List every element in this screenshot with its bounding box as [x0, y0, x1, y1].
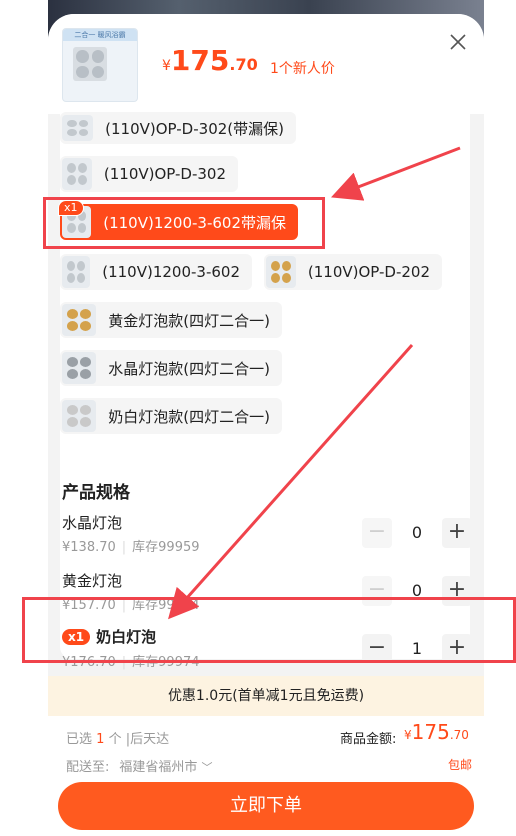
spec-name: 水晶灯泡: [62, 514, 123, 532]
shipping-address[interactable]: 配送至: 福建省福州市 ﹀: [66, 756, 213, 775]
buy-now-button[interactable]: 立即下单: [58, 782, 474, 830]
variant-chip[interactable]: (110V)1200-3-602: [60, 254, 252, 290]
variant-chip[interactable]: 水晶灯泡款(四灯二合一): [60, 350, 282, 386]
spec-name: 黄金灯泡: [62, 572, 123, 590]
thumbnail-banner: 二合一 暖风浴霸: [63, 29, 137, 41]
variant-chip[interactable]: (110V)OP-D-302: [60, 156, 238, 192]
product-thumbnail[interactable]: 二合一 暖风浴霸: [62, 28, 138, 102]
new-user-price-label: 1个新人价: [270, 61, 335, 77]
specs-title: 产品规格: [62, 483, 130, 503]
spec-price-stock: ¥138.70 | 库存99959: [62, 540, 200, 555]
white-lamp-thumb-icon: [62, 400, 97, 432]
variant-chip[interactable]: (110V)OP-D-302(带漏保): [60, 112, 296, 144]
highlight-box: [43, 197, 325, 249]
lamp-thumb-icon: [73, 47, 107, 81]
chevron-down-icon: ﹀: [201, 761, 213, 774]
highlight-box: [22, 597, 516, 663]
lamp-thumb-icon: [62, 256, 91, 288]
plus-button[interactable]: +: [442, 518, 472, 548]
sku-selector-sheet: 二合一 暖风浴霸 ¥175.70 1个新人价 (110V)OP-D-302(带漏…: [48, 14, 484, 836]
selected-summary: 已选 1 个 |后天达: [66, 732, 170, 747]
checkout-footer: 已选 1 个 |后天达 商品金额: ¥175.70 配送至: 福建省福州市 ﹀ 包…: [48, 716, 484, 836]
minus-button[interactable]: −: [362, 518, 392, 548]
gold-lamp-thumb-icon: [62, 304, 97, 336]
quantity-value: 0: [411, 523, 423, 542]
lamp-thumb-icon: [266, 256, 296, 288]
close-icon[interactable]: [448, 32, 468, 52]
total-label: 商品金额:: [340, 732, 397, 747]
free-shipping-tag: 包邮: [448, 758, 473, 772]
variant-chip[interactable]: 奶白灯泡款(四灯二合一): [60, 398, 282, 434]
sheet-header: 二合一 暖风浴霸 ¥175.70 1个新人价: [48, 14, 484, 114]
variant-chip[interactable]: (110V)OP-D-202: [264, 254, 442, 290]
total-amount: ¥175.70: [404, 720, 469, 744]
crystal-lamp-thumb-icon: [62, 352, 97, 384]
lamp-thumb-icon: [62, 115, 94, 141]
options-panel: (110V)OP-D-302(带漏保) (110V)OP-D-302 (110V…: [58, 112, 472, 670]
quantity-stepper[interactable]: − 0 +: [362, 518, 472, 548]
lamp-thumb-icon: [62, 158, 92, 190]
promo-banner: 优惠1.0元(首单减1元且免运费): [48, 676, 484, 716]
current-price: ¥175.70: [162, 44, 258, 77]
variant-chip[interactable]: 黄金灯泡款(四灯二合一): [60, 302, 282, 338]
